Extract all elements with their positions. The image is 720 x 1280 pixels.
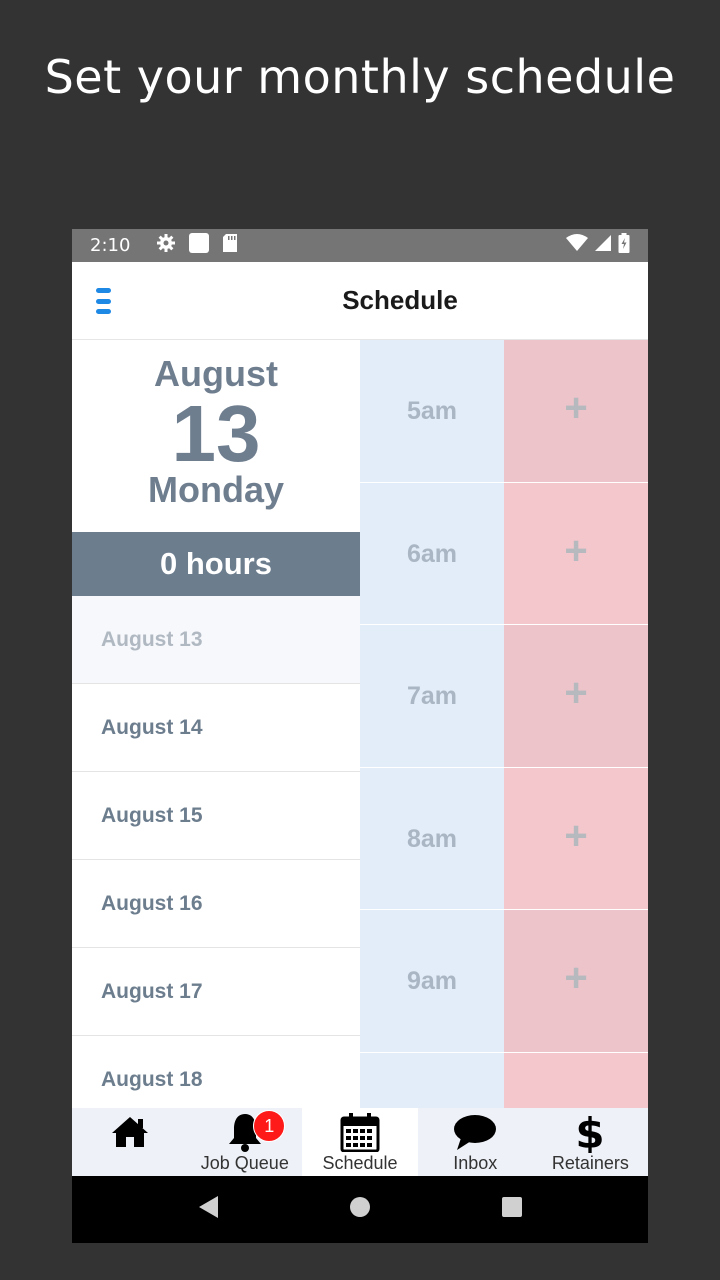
promo-headline: Set your monthly schedule: [44, 50, 676, 104]
selected-day: 13: [171, 389, 261, 478]
add-slot-button[interactable]: [504, 1052, 648, 1108]
sd-card-icon: [222, 233, 238, 259]
tab-label: Retainers: [551, 1153, 629, 1173]
tab-home[interactable]: [72, 1108, 187, 1176]
hours-total: 0 hours: [72, 532, 360, 596]
time-slot-row: 5am +: [360, 340, 648, 483]
time-slot-label: 6am: [360, 482, 504, 624]
selected-month: August: [154, 353, 278, 394]
add-slot-button[interactable]: +: [504, 340, 648, 482]
calendar-icon: [340, 1112, 380, 1152]
add-slot-button[interactable]: +: [504, 625, 648, 767]
date-list-item[interactable]: August 14: [72, 684, 360, 772]
time-slot-label: 5am: [360, 340, 504, 482]
time-slot-row: 9am +: [360, 910, 648, 1053]
tab-retainers[interactable]: $ Retainers: [533, 1108, 648, 1176]
system-nav-bar: [72, 1176, 648, 1243]
status-bar: 2:10: [72, 229, 648, 262]
hamburger-menu-icon[interactable]: [92, 284, 118, 318]
app-bar: Schedule: [72, 262, 648, 340]
date-list: August 13 August 14 August 15 August 16 …: [72, 596, 360, 1108]
tab-label: Schedule: [322, 1153, 398, 1173]
tab-label: Job Queue: [200, 1153, 289, 1173]
time-slot-label: 9am: [360, 910, 504, 1052]
recents-icon[interactable]: [500, 1195, 524, 1224]
notification-badge: 1: [253, 1110, 286, 1142]
time-slot-row: 8am +: [360, 767, 648, 910]
phone-screen: 2:10 Schedule August 13 Monday 0 hours A…: [72, 229, 648, 1243]
svg-text:$: $: [576, 1111, 605, 1153]
chat-bubble-icon: [453, 1112, 497, 1152]
time-slot-grid: 5am + 6am + 7am + 8am + 9am +: [360, 340, 648, 1108]
date-list-item[interactable]: August 18: [72, 1036, 360, 1108]
time-slot-row: [360, 1052, 648, 1108]
tab-label: Inbox: [453, 1153, 498, 1173]
bottom-tab-bar: 1 Job Queue Schedule Inbox $ Retainers: [72, 1108, 648, 1176]
home-icon: [110, 1112, 150, 1152]
add-slot-button[interactable]: +: [504, 910, 648, 1052]
status-time: 2:10: [90, 235, 131, 256]
wifi-icon: [566, 233, 588, 258]
time-slot-label: 7am: [360, 625, 504, 767]
time-slot-label: 8am: [360, 767, 504, 909]
add-slot-button[interactable]: +: [504, 767, 648, 909]
back-icon[interactable]: [196, 1194, 220, 1225]
time-slot-row: 7am +: [360, 625, 648, 768]
selected-weekday: Monday: [147, 469, 284, 510]
time-slot-label: [360, 1052, 504, 1108]
tab-job-queue[interactable]: 1 Job Queue: [187, 1108, 302, 1176]
gear-icon: [156, 233, 176, 259]
selected-date-header: August 13 Monday: [72, 340, 360, 532]
date-list-item[interactable]: August 13: [72, 596, 360, 684]
date-list-item[interactable]: August 15: [72, 772, 360, 860]
page-title: Schedule: [342, 285, 458, 315]
battery-icon: [618, 232, 630, 259]
home-button-icon[interactable]: [348, 1195, 372, 1224]
date-list-item[interactable]: August 17: [72, 948, 360, 1036]
signal-icon: [594, 234, 612, 258]
add-slot-button[interactable]: +: [504, 482, 648, 624]
dollar-icon: $: [575, 1111, 605, 1153]
date-list-item[interactable]: August 16: [72, 860, 360, 948]
tab-inbox[interactable]: Inbox: [418, 1108, 533, 1176]
tab-schedule[interactable]: Schedule: [302, 1108, 418, 1176]
square-icon: [188, 232, 210, 260]
time-slot-row: 6am +: [360, 482, 648, 625]
date-panel: August 13 Monday 0 hours August 13 Augus…: [72, 340, 360, 1108]
